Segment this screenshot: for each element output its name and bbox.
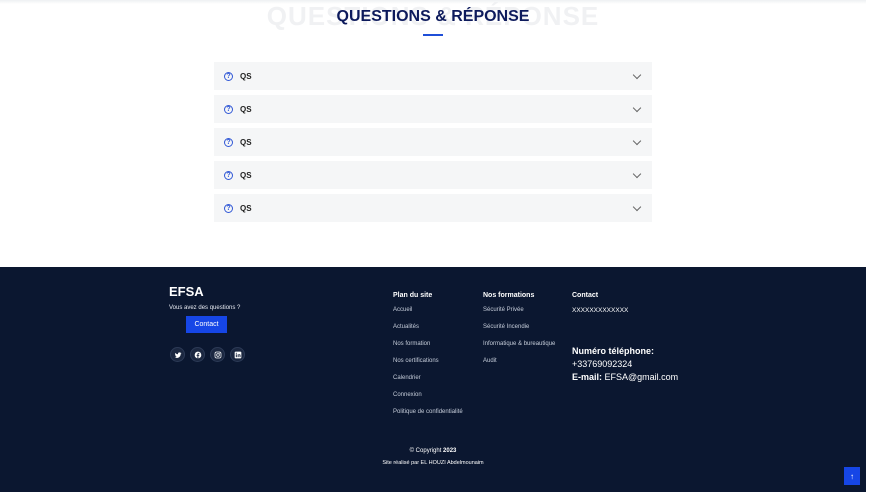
question-icon: ?	[224, 170, 233, 180]
question-icon: ?	[224, 203, 233, 213]
linkedin-icon[interactable]	[230, 347, 245, 362]
link-calendrier[interactable]: Calendrier	[393, 375, 463, 392]
link-connexion[interactable]: Connexion	[393, 392, 463, 409]
link-informatique[interactable]: Informatique & bureautique	[483, 341, 555, 358]
question-icon: ?	[224, 137, 233, 147]
title-underline	[423, 34, 443, 36]
email-label: E-mail:	[572, 372, 603, 382]
chevron-down-icon[interactable]	[632, 169, 642, 178]
chevron-down-icon[interactable]	[632, 103, 642, 112]
twitter-icon[interactable]	[170, 347, 185, 362]
faq-item[interactable]: ? QS	[214, 161, 652, 189]
question-icon: ?	[224, 71, 233, 81]
formations-title: Nos formations	[483, 292, 535, 299]
sitemap-title: Plan du site	[393, 292, 433, 299]
link-securite-incendie[interactable]: Sécurité Incendie	[483, 324, 555, 341]
link-audit[interactable]: Audit	[483, 358, 555, 375]
email-line: E-mail: EFSA@gmail.com	[572, 372, 678, 382]
copyright: © Copyright 2023	[0, 448, 866, 454]
instagram-icon[interactable]	[210, 347, 225, 362]
copyright-prefix: © Copyright	[409, 448, 442, 454]
footer: EFSA Vous avez des questions ? Contact P…	[0, 267, 866, 492]
link-actualites[interactable]: Actualités	[393, 324, 463, 341]
social-links	[170, 347, 245, 362]
faq-question: QS	[240, 170, 252, 180]
copyright-year: 2023	[443, 448, 457, 454]
link-securite-privee[interactable]: Sécurité Privée	[483, 307, 555, 324]
faq-item[interactable]: ? QS	[214, 128, 652, 156]
faq-question: QS	[240, 104, 252, 114]
faq-question: QS	[240, 137, 252, 147]
chevron-down-icon[interactable]	[632, 70, 642, 79]
site-credit: Site réalisé par EL HOUZI Abdelmounaim	[382, 460, 484, 466]
arrow-up-icon: ↑	[850, 471, 854, 481]
faq-item[interactable]: ? QS	[214, 62, 652, 90]
email-address: EFSA@gmail.com	[604, 372, 679, 382]
footer-contact: Contact XXXXXXXXXXXXX	[572, 292, 628, 314]
faq-item[interactable]: ? QS	[214, 194, 652, 222]
faq-question: QS	[240, 203, 252, 213]
link-nos-certifications[interactable]: Nos certifications	[393, 358, 463, 375]
question-icon: ?	[224, 104, 233, 114]
link-accueil[interactable]: Accueil	[393, 307, 463, 324]
facebook-icon[interactable]	[190, 347, 205, 362]
link-politique[interactable]: Politique de confidentialité	[393, 409, 463, 426]
contact-title: Contact	[572, 292, 599, 299]
faq-question: QS	[240, 71, 252, 81]
faq-list: ? QS ? QS ? QS ? QS ? QS	[214, 62, 652, 227]
faq-item[interactable]: ? QS	[214, 95, 652, 123]
contact-value: XXXXXXXXXXXXX	[572, 307, 629, 314]
footer-formations: Nos formations Sécurité Privée Sécurité …	[483, 292, 555, 375]
chevron-down-icon[interactable]	[632, 136, 642, 145]
footer-subtitle: Vous avez des questions ?	[169, 305, 241, 311]
link-nos-formation[interactable]: Nos formation	[393, 341, 463, 358]
phone-title: Numéro téléphone:	[572, 346, 655, 356]
contact-button[interactable]: Contact	[186, 316, 227, 333]
footer-sitemap: Plan du site Accueil Actualités Nos form…	[393, 292, 463, 426]
chevron-down-icon[interactable]	[632, 202, 642, 211]
back-to-top-button[interactable]: ↑	[844, 467, 860, 485]
phone-number: +33769092324	[572, 359, 633, 369]
contact-details: Numéro téléphone: +33769092324 E-mail: E…	[572, 346, 678, 382]
section-title: QUESTIONS & RÉPONSE	[336, 8, 530, 25]
footer-brand: EFSA	[169, 284, 204, 299]
